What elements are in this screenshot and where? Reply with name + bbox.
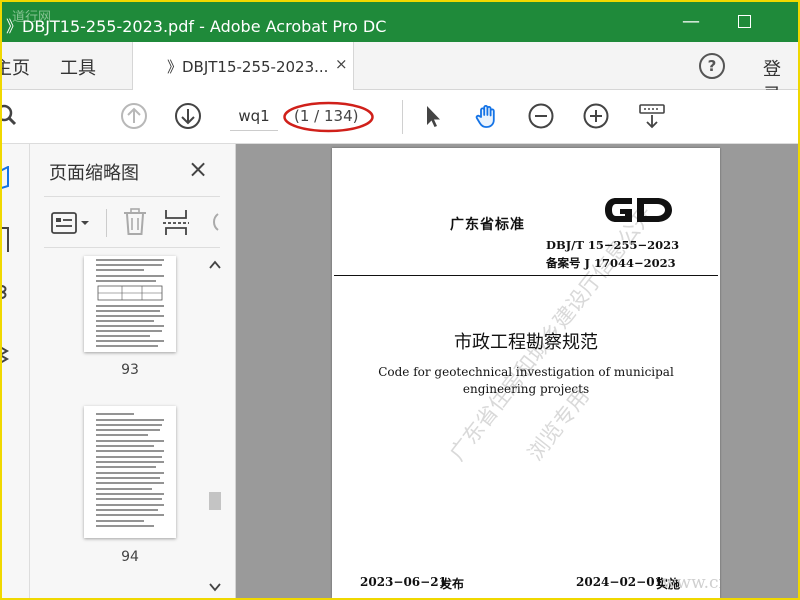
bookmarks-icon[interactable] — [2, 226, 12, 256]
layers-icon[interactable] — [2, 344, 14, 364]
thumbnail-tools — [44, 196, 220, 248]
thumbnail-page-number: 93 — [121, 362, 139, 378]
tool-divider — [106, 209, 107, 237]
tab-home[interactable]: 主页 — [2, 54, 30, 80]
tab-tools[interactable]: 工具 — [60, 54, 96, 80]
tab-document[interactable]: 》DBJT15-255-2023... × — [132, 42, 354, 90]
delete-page-icon[interactable] — [122, 208, 148, 236]
thumbnail-page-94[interactable] — [84, 406, 176, 538]
toolbar: wq1 (1 / 134) — [2, 90, 798, 144]
page-number-input[interactable]: wq1 — [230, 103, 278, 131]
publish-date: 2023−06−21 — [360, 575, 447, 589]
acrobat-window: 道行网 》DBJT15-255-2023.pdf - Adobe Acrobat… — [2, 2, 798, 598]
standard-code: DBJ/T 15−255−2023 — [546, 238, 680, 252]
page-94-preview — [96, 413, 164, 527]
publish-label: 发布 — [440, 577, 465, 591]
minimize-button[interactable]: — — [682, 11, 700, 32]
gd-logo — [605, 198, 672, 222]
hand-tool-icon[interactable] — [473, 102, 501, 130]
scroll-mode-icon[interactable] — [638, 102, 666, 130]
next-page-icon[interactable] — [174, 102, 202, 130]
prev-page-icon[interactable] — [120, 102, 148, 130]
page-93-preview — [96, 259, 164, 347]
attachments-icon[interactable] — [2, 282, 12, 302]
url-watermark: www.cn — [662, 573, 720, 593]
title-bar: 道行网 》DBJT15-255-2023.pdf - Adobe Acrobat… — [2, 2, 798, 42]
red-highlight-ellipse — [283, 101, 374, 133]
search-icon[interactable] — [2, 102, 22, 130]
page-thumbnails-icon[interactable] — [2, 166, 16, 190]
effective-date: 2024−02−01 — [576, 575, 663, 589]
window-title: 》DBJT15-255-2023.pdf - Adobe Acrobat Pro… — [6, 17, 387, 36]
thumbnail-options-icon[interactable] — [50, 211, 92, 235]
maximize-button[interactable] — [738, 15, 751, 28]
help-icon[interactable]: ? — [699, 53, 725, 79]
toolbar-divider — [402, 100, 403, 134]
tab-bar: 主页 工具 》DBJT15-255-2023... × ? 登录 — [2, 42, 798, 106]
document-title-cn: 市政工程勘察规范 — [454, 332, 598, 353]
standard-org: 广东省标准 — [450, 217, 525, 233]
thumbnail-scrollbar[interactable] — [206, 256, 224, 596]
tab-close-icon[interactable]: × — [335, 55, 348, 73]
pdf-page: 广东省住房和城乡建设厅信息公开 浏览专用 广东省标准 DBJ/T 15−255−… — [332, 148, 720, 598]
document-title-en: Code for geotechnical investigation of m… — [378, 365, 674, 379]
document-view[interactable]: 广东省住房和城乡建设厅信息公开 浏览专用 广东省标准 DBJ/T 15−255−… — [236, 144, 798, 598]
select-tool-icon[interactable] — [419, 102, 447, 130]
panel-title: 页面缩略图 — [49, 163, 139, 184]
extract-page-icon[interactable] — [162, 208, 190, 236]
thumbnail-page-number: 94 — [121, 549, 139, 565]
thumbnail-page-93[interactable] — [84, 256, 176, 352]
zoom-in-icon[interactable] — [582, 102, 610, 130]
navigation-strip — [2, 144, 30, 598]
zoom-out-icon[interactable] — [527, 102, 555, 130]
thumbnail-panel: 页面缩略图 × 93 94 — [30, 144, 236, 598]
record-number: 备案号 J 17044−2023 — [546, 256, 676, 270]
tab-document-label: 》DBJT15-255-2023... — [167, 58, 329, 76]
panel-close-icon[interactable]: × — [188, 155, 208, 183]
document-title-en-line2: engineering projects — [462, 382, 590, 396]
rotate-page-icon[interactable] — [206, 210, 220, 234]
header-rule — [334, 275, 718, 276]
